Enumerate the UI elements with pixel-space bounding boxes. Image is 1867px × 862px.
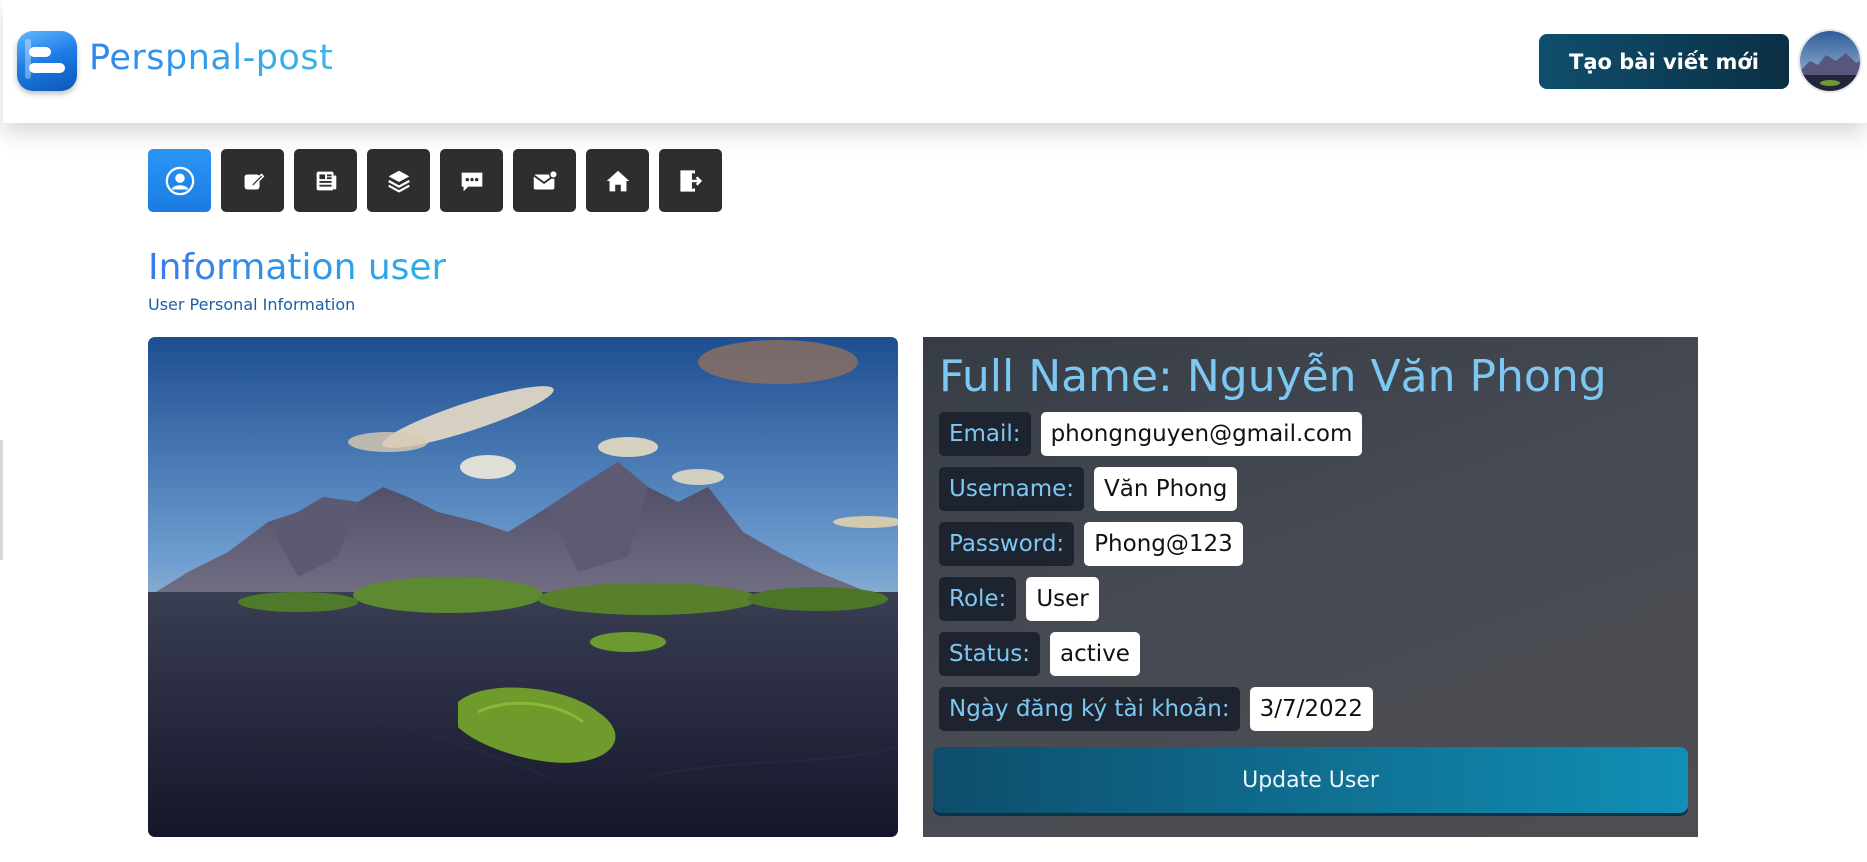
brand-name[interactable]: Perspnal-post	[89, 38, 333, 78]
landscape-image	[148, 337, 898, 837]
messages-button[interactable]	[513, 149, 576, 212]
register-date-value: 3/7/2022	[1249, 687, 1373, 731]
write-post-button[interactable]	[221, 149, 284, 212]
comments-button[interactable]	[440, 149, 503, 212]
layers-icon	[387, 170, 410, 193]
role-row: Role: User	[939, 577, 1099, 621]
top-navbar: Perspnal-post Tạo bài viết mới	[3, 0, 1867, 123]
home-icon	[606, 170, 629, 191]
categories-button[interactable]	[367, 149, 430, 212]
username-label: Username:	[939, 467, 1084, 511]
role-label: Role:	[939, 577, 1017, 621]
blog-logo-icon[interactable]	[17, 31, 77, 91]
logout-icon	[679, 169, 702, 192]
email-value: phongnguyen@gmail.com	[1040, 412, 1363, 456]
role-value: User	[1026, 577, 1099, 621]
email-label: Email:	[939, 412, 1031, 456]
scroll-edge	[0, 440, 3, 560]
newspaper-icon	[316, 171, 336, 190]
email-row: Email: phongnguyen@gmail.com	[939, 412, 1363, 456]
status-value: active	[1050, 632, 1140, 676]
posts-list-button[interactable]	[294, 149, 357, 212]
dashboard-toolbar	[148, 149, 722, 212]
edit-icon	[244, 172, 264, 189]
chat-icon	[461, 172, 482, 191]
profile-cover-image	[148, 337, 898, 837]
user-info-card: Full Name: Nguyễn Văn Phong Email: phong…	[923, 337, 1698, 837]
page-subtitle: User Personal Information	[148, 295, 356, 314]
avatar[interactable]	[1798, 29, 1862, 93]
user-profile-icon	[165, 166, 194, 195]
page-title: Information user	[148, 247, 447, 288]
avatar-image	[1800, 31, 1860, 91]
logout-button[interactable]	[659, 149, 722, 212]
username-row: Username: Văn Phong	[939, 467, 1238, 511]
app-root: Perspnal-post Tạo bài viết mới Informati…	[0, 0, 1867, 862]
full-name-heading: Full Name: Nguyễn Văn Phong	[939, 351, 1607, 402]
register-date-label: Ngày đăng ký tài khoản:	[939, 687, 1240, 731]
create-post-button[interactable]: Tạo bài viết mới	[1539, 34, 1789, 89]
status-row: Status: active	[939, 632, 1140, 676]
password-value: Phong@123	[1084, 522, 1243, 566]
profile-tab-button[interactable]	[148, 149, 211, 212]
mail-icon	[532, 169, 558, 189]
password-row: Password: Phong@123	[939, 522, 1243, 566]
status-label: Status:	[939, 632, 1041, 676]
update-user-button[interactable]: Update User	[933, 747, 1688, 813]
password-label: Password:	[939, 522, 1075, 566]
home-button[interactable]	[586, 149, 649, 212]
register-date-row: Ngày đăng ký tài khoản: 3/7/2022	[939, 687, 1373, 731]
username-value: Văn Phong	[1094, 467, 1238, 511]
